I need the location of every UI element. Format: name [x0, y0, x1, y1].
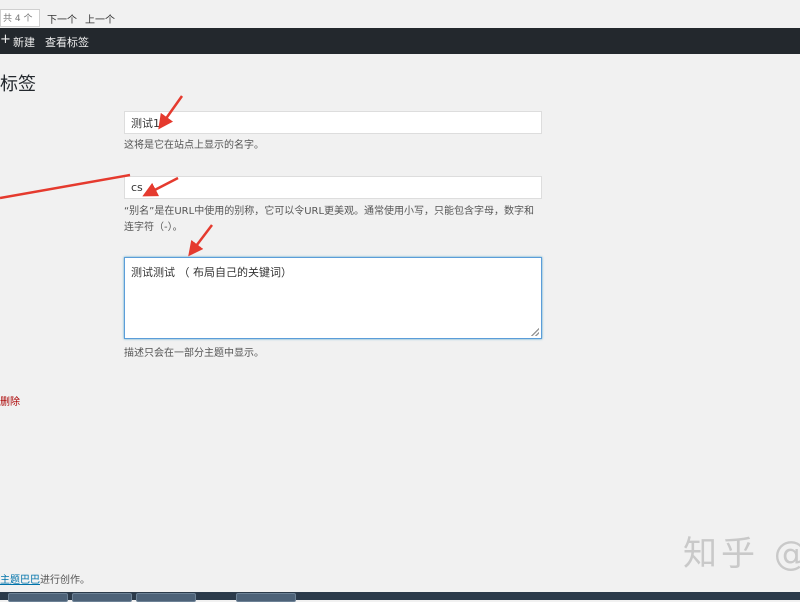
next-link[interactable]: 下一个	[47, 11, 77, 26]
view-tag-button[interactable]: 查看标签	[45, 34, 89, 50]
taskbar-item[interactable]	[72, 593, 132, 602]
description-help-text: 描述只会在一部分主题中显示。	[124, 348, 264, 359]
top-navigation: 共 4 个 下一个 上一个	[0, 0, 800, 29]
taskbar-item[interactable]	[8, 593, 68, 602]
page-title: 标签	[0, 74, 36, 95]
name-help-text: 这将是它在站点上显示的名字。	[124, 140, 264, 151]
tag-slug-value: cs	[131, 181, 143, 194]
footer-theme-link[interactable]: 主题巴巴	[0, 575, 40, 586]
delete-link[interactable]: 删除	[0, 393, 20, 408]
resize-handle-icon[interactable]	[531, 328, 539, 336]
tag-description-textarea[interactable]: 测试测试 （ 布局自己的关键词）	[124, 257, 542, 339]
tag-slug-input[interactable]: cs	[124, 176, 542, 199]
footer-credit: 主题巴巴进行创作。	[0, 571, 90, 586]
previous-link[interactable]: 上一个	[85, 11, 115, 26]
zhihu-watermark: 知乎 @	[683, 534, 800, 574]
slug-help-text: “别名”是在URL中使用的别称，它可以令URL更美观。通常使用小写，只能包含字母…	[124, 206, 535, 233]
tag-name-value: 测试1	[131, 116, 160, 130]
taskbar-item[interactable]	[136, 593, 196, 602]
new-button[interactable]: 新建	[13, 34, 35, 50]
admin-bar: + 新建 查看标签	[0, 28, 800, 54]
footer-suffix: 进行创作。	[40, 575, 90, 586]
taskbar-item[interactable]	[236, 593, 296, 602]
tag-name-input[interactable]: 测试1	[124, 111, 542, 134]
tag-description-value: 测试测试 （ 布局自己的关键词）	[131, 266, 292, 279]
item-count-field[interactable]: 共 4 个	[0, 9, 40, 27]
plus-icon[interactable]: +	[0, 32, 11, 47]
annotation-arrow	[0, 173, 131, 200]
